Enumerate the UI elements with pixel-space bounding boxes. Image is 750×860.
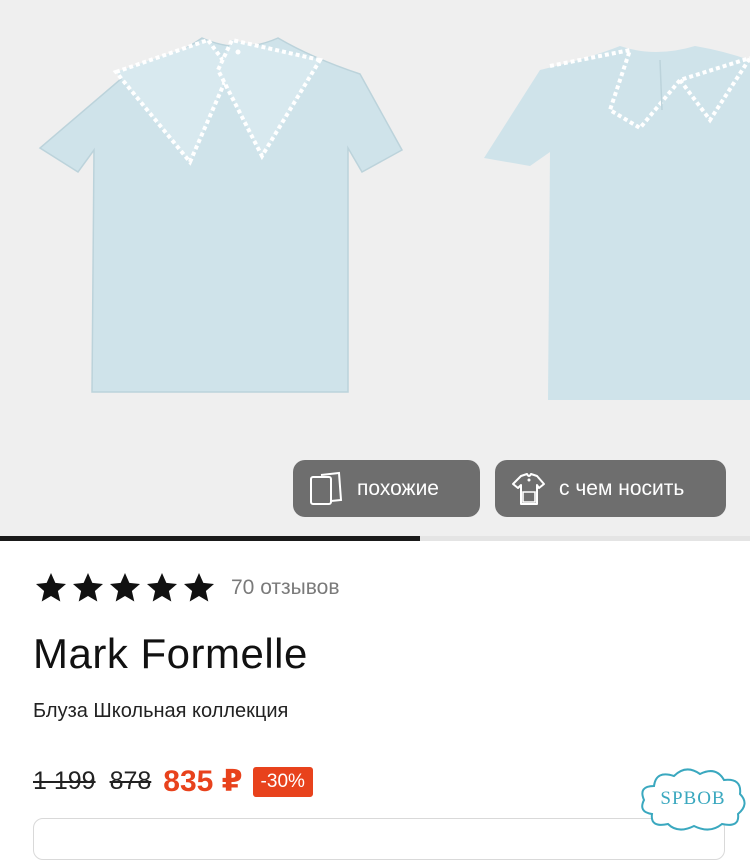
product-photo-back — [484, 46, 750, 400]
watermark-text: SPBOB — [660, 788, 726, 809]
what-to-wear-label: с чем носить — [559, 476, 685, 500]
what-to-wear-button[interactable]: с чем носить — [495, 460, 726, 517]
gallery-progress-fill — [0, 536, 420, 541]
product-photo-front — [38, 37, 404, 393]
original-price: 1 199 — [33, 767, 96, 795]
discount-badge: -30% — [252, 766, 313, 797]
star-rating — [33, 570, 217, 606]
star-icon — [107, 570, 143, 606]
star-icon — [144, 570, 180, 606]
product-info: 70 отзывов Mark Formelle Блуза Школьная … — [33, 568, 723, 723]
watermark-logo: SPBOB — [636, 762, 750, 834]
price-row: 1 199 878 835 ₽ -30% — [33, 764, 313, 799]
previous-price: 878 — [109, 767, 152, 795]
similar-button[interactable]: похожие — [293, 460, 480, 517]
next-section-card[interactable] — [33, 818, 725, 860]
current-price: 835 ₽ — [163, 765, 243, 798]
product-title: Блуза Школьная коллекция — [33, 700, 289, 722]
product-image-gallery[interactable]: похожие с чем носить — [0, 0, 750, 536]
reviews-count[interactable]: 70 отзывов — [231, 576, 340, 600]
rating-row[interactable]: 70 отзывов — [33, 568, 723, 608]
gallery-progress-bar — [0, 536, 750, 541]
similar-label: похожие — [357, 476, 439, 500]
similar-cards-icon — [307, 470, 345, 508]
star-icon — [181, 570, 217, 606]
star-icon — [70, 570, 106, 606]
outfit-icon — [509, 470, 547, 508]
star-icon — [33, 570, 69, 606]
brand-name[interactable]: Mark Formelle — [33, 630, 723, 678]
